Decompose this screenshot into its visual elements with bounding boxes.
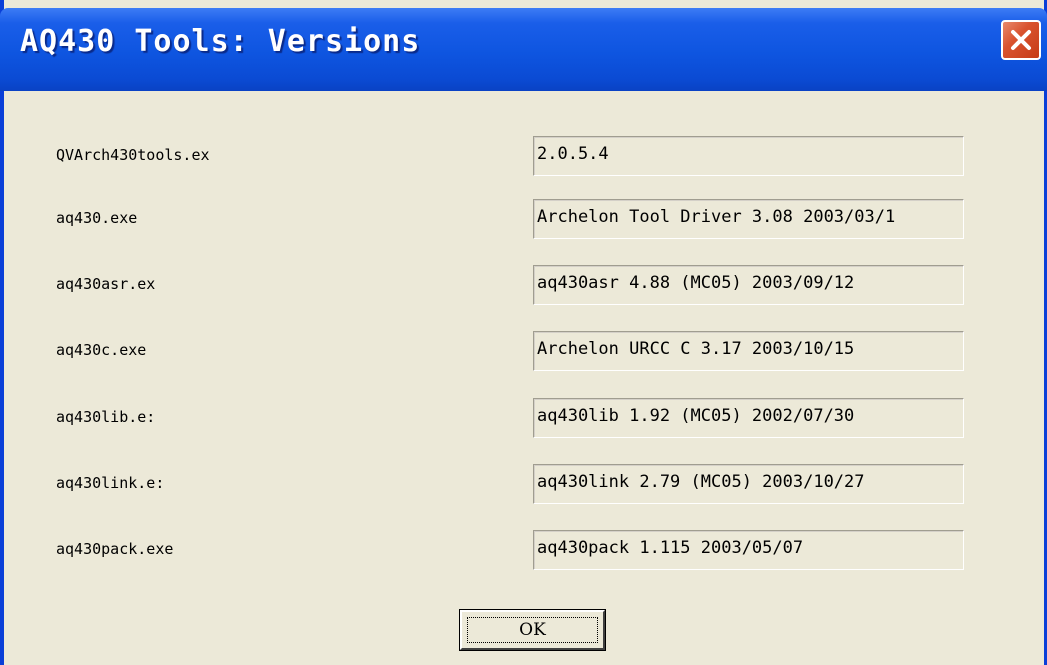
- close-icon: [1011, 30, 1031, 50]
- version-field[interactable]: aq430lib 1.92 (MC05) 2002/07/30: [533, 398, 964, 438]
- version-row-aq430pack: aq430pack.exe aq430pack 1.115 2003/05/07: [4, 530, 1044, 570]
- title-bar[interactable]: AQ430 Tools: Versions: [0, 8, 1047, 91]
- version-row-aq430asr: aq430asr.ex aq430asr 4.88 (MC05) 2003/09…: [4, 265, 1044, 305]
- version-field[interactable]: Archelon URCC C 3.17 2003/10/15: [533, 331, 964, 371]
- dialog-content: QVArch430tools.ex 2.0.5.4 aq430.exe Arch…: [4, 91, 1044, 665]
- file-name-label: aq430c.exe: [56, 341, 147, 359]
- file-name-label: aq430asr.ex: [56, 275, 156, 293]
- close-button[interactable]: [1001, 20, 1041, 60]
- version-row-aq430link: aq430link.e: aq430link 2.79 (MC05) 2003/…: [4, 464, 1044, 504]
- file-name-label: aq430.exe: [56, 209, 138, 227]
- ok-button[interactable]: OK: [459, 609, 606, 651]
- version-field[interactable]: aq430link 2.79 (MC05) 2003/10/27: [533, 464, 964, 504]
- version-field[interactable]: aq430asr 4.88 (MC05) 2003/09/12: [533, 265, 964, 305]
- file-name-label: aq430link.e:: [56, 474, 165, 492]
- version-row-aq430: aq430.exe Archelon Tool Driver 3.08 2003…: [4, 199, 1044, 239]
- version-row-qvarch430tools: QVArch430tools.ex 2.0.5.4: [4, 136, 1044, 176]
- version-field[interactable]: 2.0.5.4: [533, 136, 964, 176]
- versions-dialog: AQ430 Tools: Versions QVArch430tools.ex …: [0, 0, 1047, 665]
- window-title: AQ430 Tools: Versions: [20, 24, 421, 59]
- ok-button-label: OK: [467, 617, 598, 643]
- file-name-label: aq430lib.e:: [56, 408, 156, 426]
- version-field[interactable]: Archelon Tool Driver 3.08 2003/03/1: [533, 199, 964, 239]
- version-row-aq430lib: aq430lib.e: aq430lib 1.92 (MC05) 2002/07…: [4, 398, 1044, 438]
- file-name-label: QVArch430tools.ex: [56, 146, 210, 164]
- file-name-label: aq430pack.exe: [56, 540, 174, 558]
- version-field[interactable]: aq430pack 1.115 2003/05/07: [533, 530, 964, 570]
- version-row-aq430c: aq430c.exe Archelon URCC C 3.17 2003/10/…: [4, 331, 1044, 371]
